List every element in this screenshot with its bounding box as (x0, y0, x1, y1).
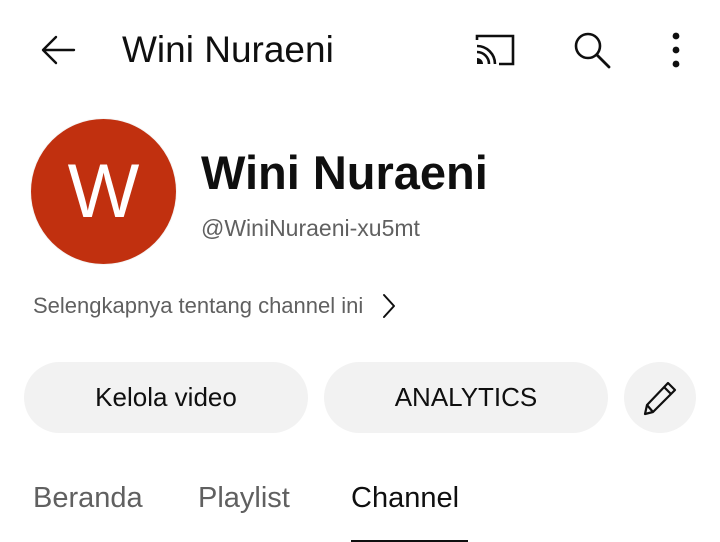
channel-handle: @WiniNuraeni-xu5mt (201, 215, 420, 241)
back-button[interactable] (30, 22, 86, 78)
manage-videos-button[interactable]: Kelola video (24, 362, 308, 433)
search-button[interactable] (564, 22, 620, 78)
avatar[interactable]: W (31, 119, 176, 264)
channel-page: Wini Nuraeni W Wini Nuraeni @WiniNuraeni… (0, 0, 720, 542)
tab-channel[interactable]: Channel (351, 478, 459, 518)
top-app-bar: Wini Nuraeni (0, 0, 720, 100)
arrow-left-icon (41, 35, 76, 65)
chevron-right-icon (381, 293, 397, 319)
more-about-label: Selengkapnya tentang channel ini (33, 293, 364, 318)
more-vertical-icon (672, 32, 680, 68)
tab-beranda[interactable]: Beranda (33, 478, 143, 518)
more-about-channel-link[interactable]: Selengkapnya tentang channel ini (33, 286, 397, 326)
cast-icon (475, 34, 515, 66)
analytics-button[interactable]: ANALYTICS (324, 362, 608, 433)
search-icon (574, 32, 611, 69)
edit-channel-button[interactable] (624, 362, 696, 433)
cast-button[interactable] (466, 22, 524, 78)
channel-tabs: Beranda Playlist Channel (0, 466, 720, 542)
channel-name: Wini Nuraeni (201, 146, 488, 199)
tab-playlist[interactable]: Playlist (198, 478, 290, 518)
pencil-icon (643, 381, 677, 415)
page-title: Wini Nuraeni (122, 29, 334, 70)
more-options-button[interactable] (652, 22, 700, 78)
